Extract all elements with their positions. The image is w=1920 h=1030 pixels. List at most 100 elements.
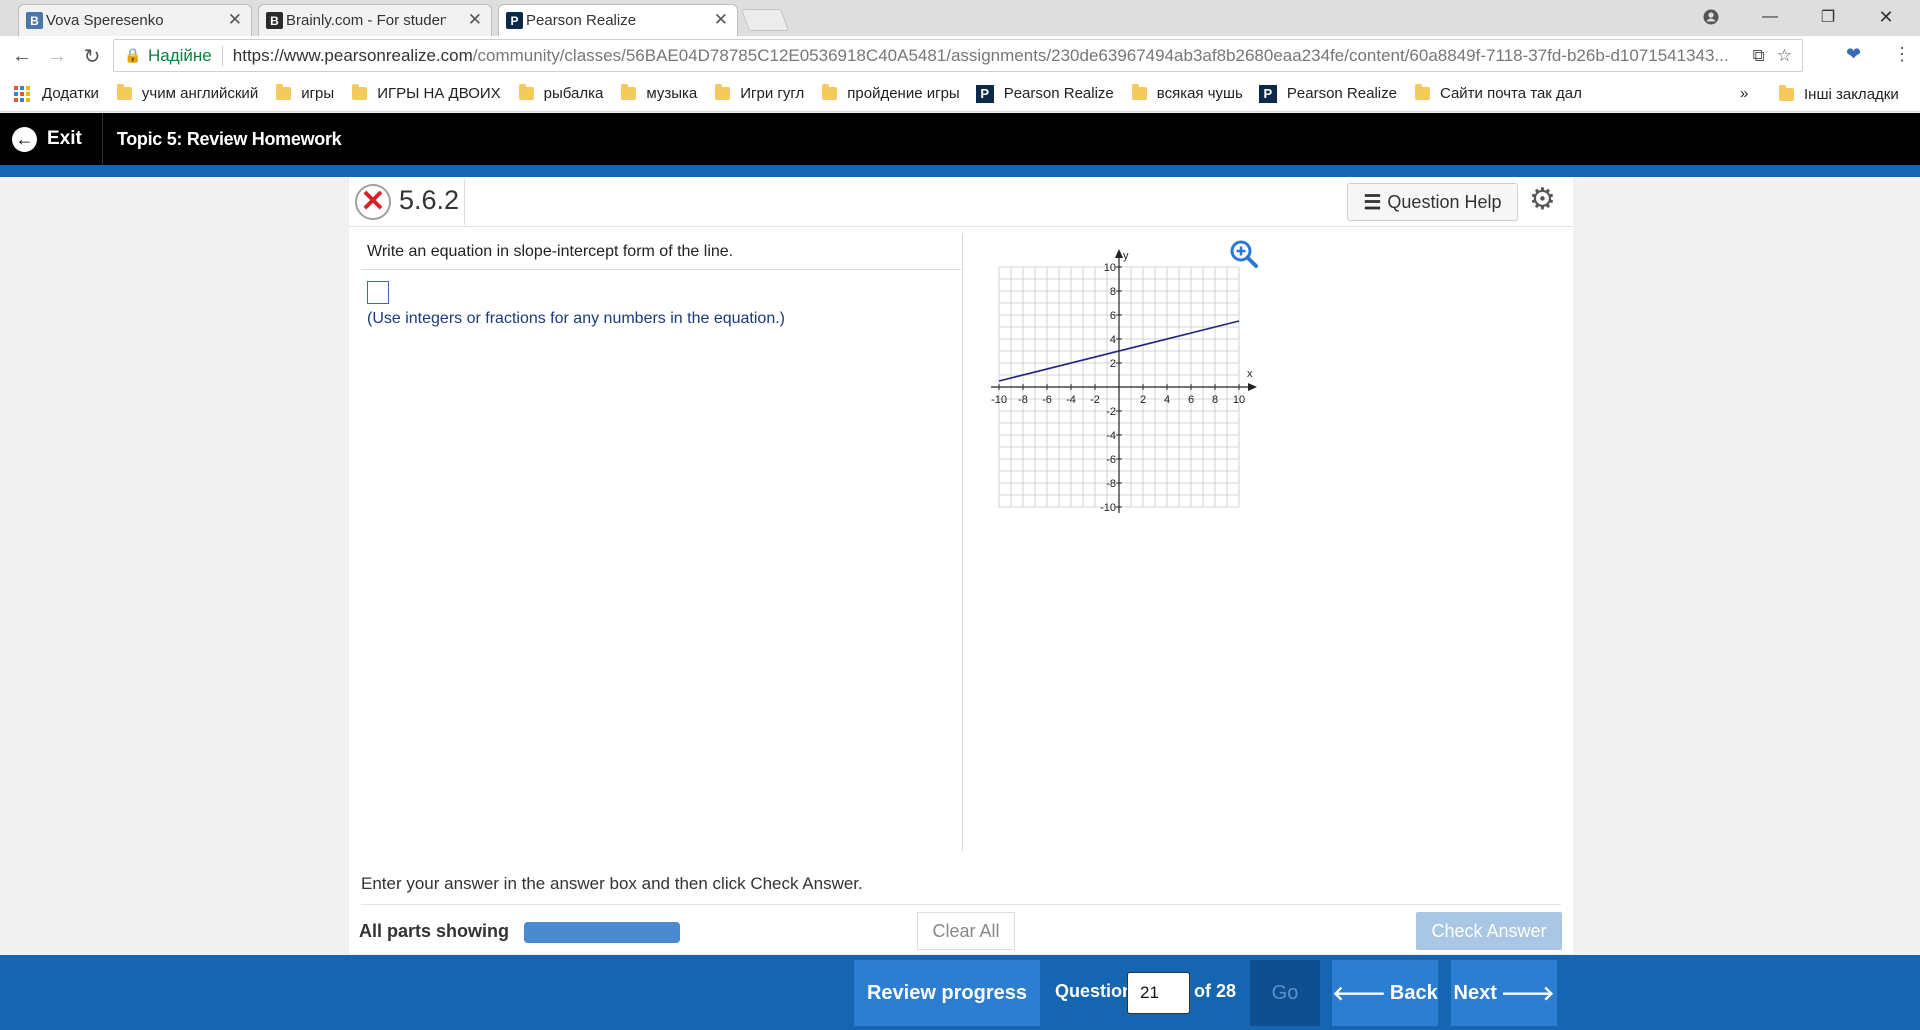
folder-icon	[518, 84, 534, 100]
x-tick-label: 6	[1188, 394, 1194, 406]
extension-heart-icon[interactable]: ❤	[1846, 44, 1861, 65]
zoom-in-icon[interactable]	[1229, 239, 1259, 269]
y-tick-label: -2	[1106, 406, 1116, 418]
y-tick-label: -8	[1106, 478, 1116, 490]
reload-icon[interactable]: ↻	[78, 42, 106, 70]
go-button[interactable]: Go	[1250, 960, 1320, 1026]
gear-icon[interactable]: ⚙	[1529, 182, 1556, 217]
parts-showing-label: All parts showing	[359, 921, 510, 941]
address-bar[interactable]: 🔒 Надійне https://www.pearsonrealize.com…	[113, 39, 1803, 72]
translate-icon[interactable]: ⧉	[1753, 46, 1765, 66]
arrow-left-circle-icon: ←	[12, 126, 37, 152]
parts-progress-bar	[524, 922, 680, 943]
restore-icon[interactable]: ❐	[1800, 0, 1856, 34]
bookmark-folder[interactable]: Сайти почта так дал	[1414, 84, 1582, 102]
question-number: 5.6.2	[399, 185, 460, 215]
secure-label: Надійне	[148, 45, 212, 65]
app-header: ← Exit Topic 5: Review Homework	[0, 113, 1920, 165]
bookmark-star-icon[interactable]: ☆	[1777, 46, 1792, 66]
question-prompt: Write an equation in slope-intercept for…	[361, 233, 961, 270]
answer-input[interactable]	[367, 281, 389, 304]
question-label: Question	[1055, 981, 1134, 1001]
pearson-favicon-icon: P	[506, 12, 523, 29]
bookmark-pearson[interactable]: P Pearson Realize	[975, 84, 1114, 103]
chrome-menu-icon[interactable]: ⋮	[1893, 44, 1911, 65]
bookmark-folder[interactable]: игры	[276, 84, 334, 102]
bookmark-label: Інші закладки	[1804, 86, 1899, 103]
bookmark-folder[interactable]: Игри гугл	[715, 84, 805, 102]
close-tab-icon[interactable]: ✕	[714, 10, 728, 30]
question-card: ✕ 5.6.2 ☰ Question Help ⚙ Write an equat…	[349, 177, 1573, 954]
bookmarks-bar: Додатки учим английский игры ИГРЫ НА ДВО…	[0, 76, 1920, 112]
browser-toolbar: ← → ↻ 🔒 Надійне https://www.pearsonreali…	[0, 36, 1920, 76]
x-tick-label: -8	[1018, 394, 1028, 406]
question-header: ✕ 5.6.2 ☰ Question Help ⚙	[349, 177, 1573, 227]
bookmark-folder[interactable]: учим английский	[116, 84, 258, 102]
page-title: Topic 5: Review Homework	[116, 128, 342, 149]
close-tab-icon[interactable]: ✕	[468, 10, 482, 30]
back-button[interactable]: 🡐 Back	[1332, 960, 1438, 1026]
bookmark-folder[interactable]: музыка	[621, 84, 698, 102]
url-text[interactable]: https://www.pearsonrealize.com/community…	[233, 46, 1753, 66]
tab-vova[interactable]: B Vova Speresenko ✕	[18, 4, 252, 36]
header-accent-bar	[0, 165, 1920, 177]
close-tab-icon[interactable]: ✕	[228, 10, 242, 30]
x-tick-label: -2	[1090, 394, 1100, 406]
exit-label: Exit	[47, 128, 82, 149]
bookmark-label: музыка	[646, 85, 698, 102]
other-bookmarks[interactable]: Інші закладки	[1779, 85, 1899, 103]
browser-tabstrip: B Vova Speresenko ✕ B Brainly.com - For …	[0, 0, 1920, 36]
bookmark-folder[interactable]: рыбалка	[518, 84, 604, 102]
lock-icon: 🔒	[124, 47, 142, 63]
bookmark-label: пройдение игры	[847, 85, 960, 102]
new-tab-button[interactable]	[740, 9, 790, 31]
back-arrow-icon[interactable]: ←	[8, 42, 36, 70]
apps-icon	[14, 85, 30, 102]
bookmark-pearson[interactable]: P Pearson Realize	[1258, 84, 1397, 103]
minimize-icon[interactable]: —	[1742, 0, 1798, 34]
y-tick-label: 8	[1110, 286, 1116, 298]
bookmark-label: рыбалка	[543, 85, 604, 102]
url-path: /community/classes/56BAE04D78785C12E0536…	[472, 45, 1729, 65]
tab-title: Pearson Realize	[526, 11, 637, 29]
tab-brainly[interactable]: B Brainly.com - For students ✕	[258, 4, 492, 36]
y-tick-label: -4	[1106, 430, 1116, 442]
bookmark-label: Pearson Realize	[1286, 85, 1397, 102]
bookmark-label: Игри гугл	[740, 85, 805, 102]
check-answer-button[interactable]: Check Answer	[1416, 912, 1562, 950]
bookmark-label: Додатки	[42, 85, 99, 102]
profile-icon[interactable]	[1683, 0, 1739, 34]
folder-icon	[276, 84, 292, 100]
y-axis-label: y	[1123, 250, 1129, 262]
tab-title: Vova Speresenko	[46, 11, 164, 29]
answer-hint: (Use integers or fractions for any numbe…	[367, 310, 785, 327]
next-button[interactable]: Next 🡒	[1451, 960, 1557, 1026]
question-number-input[interactable]: 21	[1127, 972, 1190, 1014]
folder-icon	[1414, 84, 1430, 100]
url-host: https://www.pearsonrealize.com	[232, 45, 473, 65]
bookmark-apps[interactable]: Додатки	[14, 85, 99, 102]
vk-favicon-icon: B	[26, 12, 43, 29]
tab-pearson-realize[interactable]: P Pearson Realize ✕	[498, 4, 738, 36]
close-window-icon[interactable]: ✕	[1858, 0, 1914, 34]
folder-icon	[621, 84, 637, 100]
question-help-button[interactable]: ☰ Question Help	[1347, 183, 1518, 221]
folder-icon	[715, 84, 731, 100]
question-pane: Write an equation in slope-intercept for…	[361, 233, 961, 851]
bookmark-folder[interactable]: всякая чушь	[1131, 84, 1243, 102]
x-axis-arrow	[1248, 383, 1257, 391]
pearson-icon: P	[1258, 84, 1277, 103]
exit-button[interactable]: ← Exit	[12, 126, 82, 152]
tab-title: Brainly.com - For students	[286, 11, 446, 29]
forward-arrow-icon[interactable]: →	[43, 42, 71, 70]
bookmark-folder[interactable]: ИГРЫ НА ДВОИХ	[352, 84, 501, 102]
clear-all-button[interactable]: Clear All	[917, 912, 1015, 950]
bookmarks-overflow-icon[interactable]: »	[1740, 85, 1748, 102]
x-tick-label: 8	[1212, 394, 1218, 406]
instruction-message: Enter your answer in the answer box and …	[361, 874, 863, 893]
review-progress-button[interactable]: Review progress	[854, 960, 1040, 1026]
question-help-label: Question Help	[1387, 191, 1502, 212]
x-tick-label: -4	[1066, 394, 1076, 406]
bookmark-folder[interactable]: пройдение игры	[822, 84, 960, 102]
bookmark-label: Сайти почта так дал	[1439, 85, 1582, 102]
